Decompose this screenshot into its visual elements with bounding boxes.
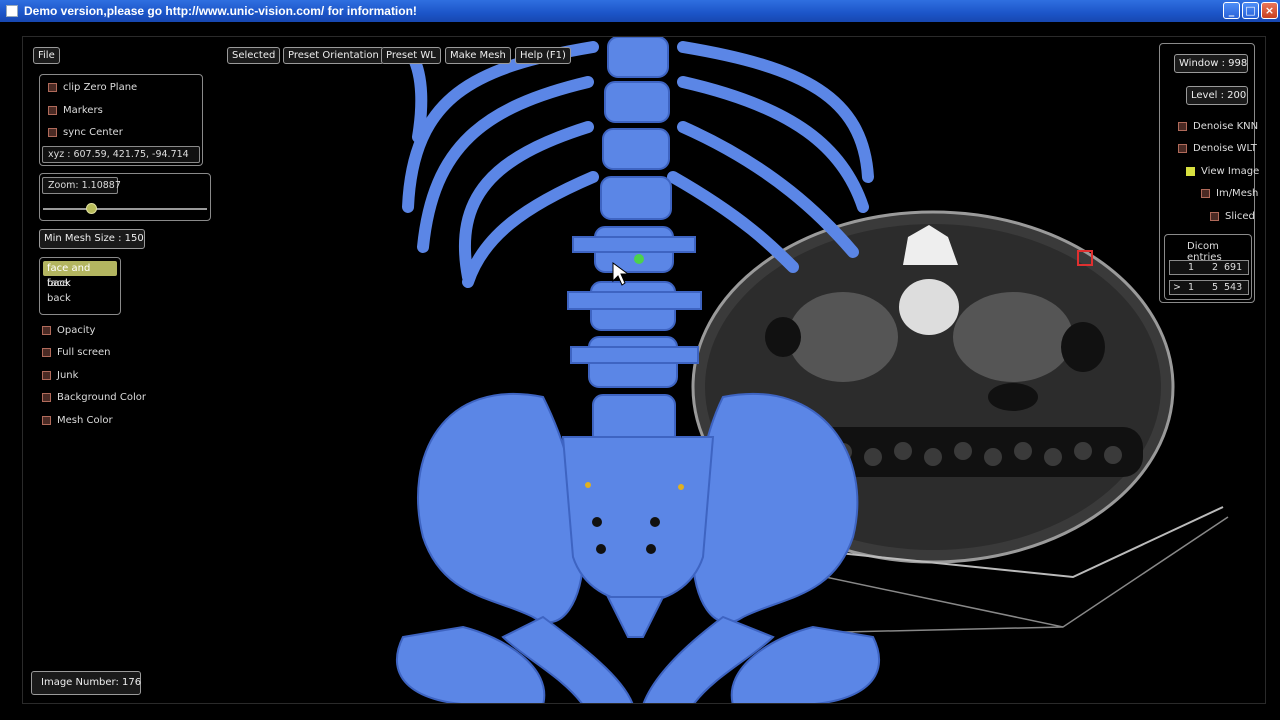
close-button[interactable]: ×: [1261, 2, 1278, 19]
checkbox-label: Denoise KNN: [1193, 121, 1259, 132]
xyz-coordinates-readout: xyz : 607.59, 421.75, -94.714: [42, 146, 200, 163]
row-value: 5: [1212, 282, 1219, 293]
checkbox-icon: [42, 416, 51, 425]
checkbox-label: clip Zero Plane: [63, 82, 138, 93]
checkbox-icon: [1178, 144, 1187, 153]
opacity-checkbox[interactable]: Opacity: [42, 325, 95, 336]
checkbox-label: Junk: [57, 370, 79, 381]
window-width-field[interactable]: Window : 998: [1174, 54, 1248, 73]
checkbox-label: Sliced: [1225, 211, 1255, 222]
markers-checkbox[interactable]: Markers: [48, 105, 103, 116]
list-item-back[interactable]: back: [43, 291, 117, 306]
preset-orientation-button[interactable]: Preset Orientation: [283, 47, 384, 64]
checkbox-label: Background Color: [57, 392, 146, 403]
dicom-entry-row[interactable]: > 1 5 543: [1169, 280, 1249, 295]
3d-viewport[interactable]: File Selected Preset Orientation Preset …: [22, 36, 1266, 704]
checkbox-icon: [42, 371, 51, 380]
make-mesh-button[interactable]: Make Mesh: [445, 47, 511, 64]
minimize-button[interactable]: _: [1223, 2, 1240, 19]
right-control-panel: Window : 998 Level : 200 Denoise KNN Den…: [1159, 43, 1259, 303]
checkbox-label: Markers: [63, 105, 103, 116]
row-value: 2: [1212, 262, 1219, 273]
checkbox-icon: [1201, 189, 1210, 198]
file-menu-button[interactable]: File: [33, 47, 60, 64]
background-color-checkbox[interactable]: Background Color: [42, 392, 146, 403]
checkbox-icon: [42, 393, 51, 402]
yellow-marker[interactable]: [678, 484, 684, 490]
checkbox-icon: [48, 128, 57, 137]
face-options-list: face and back face back: [39, 257, 121, 315]
checkbox-label: sync Center: [63, 127, 123, 138]
preset-wl-button[interactable]: Preset WL: [381, 47, 441, 64]
help-button[interactable]: Help (F1): [515, 47, 571, 64]
im-mesh-checkbox[interactable]: Im/Mesh: [1201, 188, 1258, 199]
app-icon: [6, 5, 18, 17]
image-number-field[interactable]: Image Number: 176: [31, 671, 141, 695]
sliced-checkbox[interactable]: Sliced: [1210, 211, 1255, 222]
row-value: 691: [1224, 262, 1243, 273]
list-item-face-and-back[interactable]: face and back: [43, 261, 117, 289]
window-title-bar[interactable]: Demo version,please go http://www.unic-v…: [0, 0, 1280, 22]
row-marker: >: [1173, 282, 1181, 293]
view-options-panel: clip Zero Plane Markers sync Center xyz …: [39, 74, 203, 166]
clip-zero-plane-checkbox[interactable]: clip Zero Plane: [48, 82, 137, 93]
spine: [567, 37, 702, 446]
selected-button[interactable]: Selected: [227, 47, 281, 64]
denoise-knn-checkbox[interactable]: Denoise KNN: [1178, 121, 1258, 132]
checkbox-label: Mesh Color: [57, 415, 113, 426]
window-level-field[interactable]: Level : 200: [1186, 86, 1248, 105]
junk-checkbox[interactable]: Junk: [42, 370, 78, 381]
checkbox-label: Full screen: [57, 347, 111, 358]
yellow-marker[interactable]: [585, 482, 591, 488]
checkbox-checked-icon: [1186, 167, 1195, 176]
checkbox-label: View Image: [1201, 166, 1260, 177]
maximize-button[interactable]: □: [1242, 2, 1259, 19]
3d-scene: [396, 37, 1229, 703]
row-value: 1: [1188, 282, 1195, 293]
checkbox-icon: [42, 326, 51, 335]
checkbox-icon: [1178, 122, 1187, 131]
checkbox-label: Im/Mesh: [1216, 188, 1259, 199]
checkbox-icon: [42, 348, 51, 357]
checkbox-icon: [48, 106, 57, 115]
zoom-slider-track[interactable]: [43, 208, 207, 210]
checkbox-label: Denoise WLT: [1193, 143, 1257, 154]
row-value: 543: [1224, 282, 1243, 293]
dicom-entry-row[interactable]: 1 2 691: [1169, 260, 1249, 275]
denoise-wlt-checkbox[interactable]: Denoise WLT: [1178, 143, 1257, 154]
pelvis: [396, 392, 880, 703]
dicom-entries-panel: Dicom entries 1 2 691 > 1 5 543: [1164, 234, 1252, 300]
full-screen-checkbox[interactable]: Full screen: [42, 347, 111, 358]
zoom-value: Zoom: 1.10887: [42, 177, 121, 194]
row-value: 1: [1188, 262, 1195, 273]
zoom-slider-thumb[interactable]: [86, 203, 97, 214]
checkbox-icon: [48, 83, 57, 92]
sync-center-checkbox[interactable]: sync Center: [48, 127, 123, 138]
view-image-checkbox[interactable]: View Image: [1186, 166, 1259, 177]
checkbox-icon: [1210, 212, 1219, 221]
checkbox-label: Opacity: [57, 325, 96, 336]
window-title: Demo version,please go http://www.unic-v…: [24, 4, 417, 18]
min-mesh-size-field[interactable]: Min Mesh Size : 150: [39, 229, 145, 249]
green-marker[interactable]: [634, 254, 644, 264]
zoom-panel: Zoom: 1.10887: [39, 173, 211, 221]
list-item-face[interactable]: face: [43, 276, 117, 291]
mesh-color-checkbox[interactable]: Mesh Color: [42, 415, 113, 426]
